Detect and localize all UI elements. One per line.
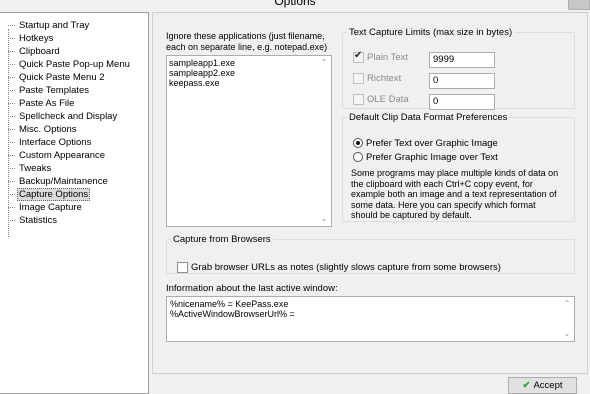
- scroll-up-icon[interactable]: ⌃: [561, 298, 573, 310]
- scroll-up-icon[interactable]: ⌃: [318, 57, 330, 69]
- ignore-apps-textarea[interactable]: sampleapp1.exe sampleapp2.exe keepass.ex…: [166, 55, 332, 227]
- plain-text-limit-input[interactable]: 9999: [429, 52, 495, 68]
- nav-item-label: Clipboard: [19, 46, 60, 57]
- nav-item-startup-and-tray[interactable]: Startup and Tray: [4, 20, 91, 31]
- nav-item-quick-paste-popup-menu[interactable]: Quick Paste Pop-up Menu: [4, 59, 132, 70]
- nav-item-label: Interface Options: [19, 137, 92, 148]
- ignore-app-line: keepass.exe: [169, 78, 220, 88]
- grab-urls-checkbox[interactable]: [177, 262, 188, 273]
- accept-button[interactable]: ✔ Accept: [508, 377, 577, 394]
- nav-item-label: Custom Appearance: [19, 150, 106, 161]
- nav-item-paste-templates[interactable]: Paste Templates: [4, 85, 91, 96]
- nav-item-clipboard[interactable]: Clipboard: [4, 46, 62, 57]
- nav-item-label: Quick Paste Menu 2: [19, 72, 105, 83]
- window-title: Options: [274, 0, 316, 8]
- nav-item-misc-options[interactable]: Misc. Options: [4, 124, 79, 135]
- nav-item-label: Paste As File: [19, 98, 75, 109]
- nav-item-image-capture[interactable]: Image Capture: [4, 202, 84, 213]
- ignore-app-line: sampleapp1.exe: [169, 58, 236, 68]
- nav-item-label: Capture Options: [17, 188, 91, 201]
- ole-data-checkbox[interactable]: [353, 94, 364, 105]
- nav-item-label: Startup and Tray: [19, 20, 90, 31]
- ole-data-label: OLE Data: [367, 94, 409, 105]
- prefer-image-option[interactable]: Prefer Graphic Image over Text: [353, 152, 498, 164]
- ole-data-row: OLE Data 0: [353, 94, 495, 110]
- grab-urls-label: Grab browser URLs as notes (slightly slo…: [191, 262, 501, 274]
- nav-item-label: Tweaks: [19, 163, 52, 174]
- ignore-apps-scrollbar[interactable]: ⌃ ⌄: [318, 57, 330, 225]
- ignore-app-line: sampleapp2.exe: [169, 68, 236, 78]
- scroll-down-icon[interactable]: ⌄: [561, 328, 573, 340]
- nav-item-capture-options[interactable]: Capture Options: [4, 188, 91, 201]
- scroll-down-icon[interactable]: ⌄: [318, 213, 330, 225]
- info-line: %nicename% = KeePass.exe: [170, 299, 289, 309]
- title-bar: Options: [0, 0, 590, 12]
- nav-item-label: Paste Templates: [19, 85, 90, 96]
- nav-item-paste-as-file[interactable]: Paste As File: [4, 98, 76, 109]
- richtext-checkbox[interactable]: [353, 73, 364, 84]
- default-format-legend: Default Clip Data Format Preferences: [349, 112, 508, 123]
- nav-item-custom-appearance[interactable]: Custom Appearance: [4, 150, 107, 161]
- plain-text-checkbox[interactable]: [353, 50, 364, 63]
- options-nav-tree: Startup and Tray Hotkeys Clipboard Quick…: [0, 12, 149, 394]
- nav-item-label: Hotkeys: [19, 33, 54, 44]
- text-capture-limits-group: Text Capture Limits (max size in bytes) …: [342, 27, 575, 110]
- nav-item-label: Backup/Maintanence: [19, 176, 108, 187]
- prefer-image-radio[interactable]: [353, 152, 363, 163]
- richtext-label: Richtext: [367, 73, 402, 84]
- nav-item-label: Spellcheck and Display: [19, 111, 118, 122]
- info-line: %ActiveWindowBrowserUrl% =: [170, 309, 295, 319]
- prefer-text-label: Prefer Text over Graphic Image: [366, 138, 498, 149]
- nav-item-interface-options[interactable]: Interface Options: [4, 137, 93, 148]
- accept-label: Accept: [533, 380, 563, 391]
- richtext-row: Richtext 0: [353, 73, 495, 89]
- text-capture-limits-legend: Text Capture Limits (max size in bytes): [349, 27, 513, 38]
- ignore-apps-label: Ignore these applications (just filename…: [166, 31, 328, 52]
- default-format-group: Default Clip Data Format Preferences Pre…: [342, 112, 575, 222]
- grab-urls-option[interactable]: Grab browser URLs as notes (slightly slo…: [177, 262, 501, 273]
- nav-item-hotkeys[interactable]: Hotkeys: [4, 33, 55, 44]
- last-window-info-textarea[interactable]: %nicename% = KeePass.exe %ActiveWindowBr…: [166, 296, 575, 342]
- nav-item-label: Image Capture: [19, 202, 82, 213]
- plain-text-label: Plain Text: [367, 52, 409, 63]
- nav-item-tweaks[interactable]: Tweaks: [4, 163, 53, 174]
- nav-item-label: Statistics: [19, 215, 58, 226]
- info-scrollbar[interactable]: ⌃ ⌄: [561, 298, 573, 340]
- last-window-info-label: Information about the last active window…: [166, 283, 338, 294]
- prefer-text-radio[interactable]: [353, 138, 363, 149]
- ole-data-limit-input[interactable]: 0: [429, 94, 495, 110]
- capture-from-browsers-legend: Capture from Browsers: [173, 234, 271, 245]
- nav-item-statistics[interactable]: Statistics: [4, 215, 59, 226]
- prefer-image-label: Prefer Graphic Image over Text: [366, 152, 498, 163]
- nav-item-quick-paste-menu-2[interactable]: Quick Paste Menu 2: [4, 72, 107, 83]
- nav-item-backup-maintanence[interactable]: Backup/Maintanence: [4, 176, 110, 187]
- nav-item-label: Misc. Options: [19, 124, 77, 135]
- capture-from-browsers-group: Capture from Browsers Grab browser URLs …: [166, 234, 575, 274]
- plain-text-row: Plain Text 9999: [353, 50, 495, 68]
- close-button[interactable]: [568, 0, 590, 10]
- nav-item-spellcheck-and-display[interactable]: Spellcheck and Display: [4, 111, 119, 122]
- prefer-text-option[interactable]: Prefer Text over Graphic Image: [353, 138, 498, 150]
- default-format-description: Some programs may place multiple kinds o…: [351, 168, 559, 220]
- richtext-limit-input[interactable]: 0: [429, 73, 495, 89]
- nav-item-label: Quick Paste Pop-up Menu: [19, 59, 130, 70]
- checkmark-icon: ✔: [522, 380, 531, 391]
